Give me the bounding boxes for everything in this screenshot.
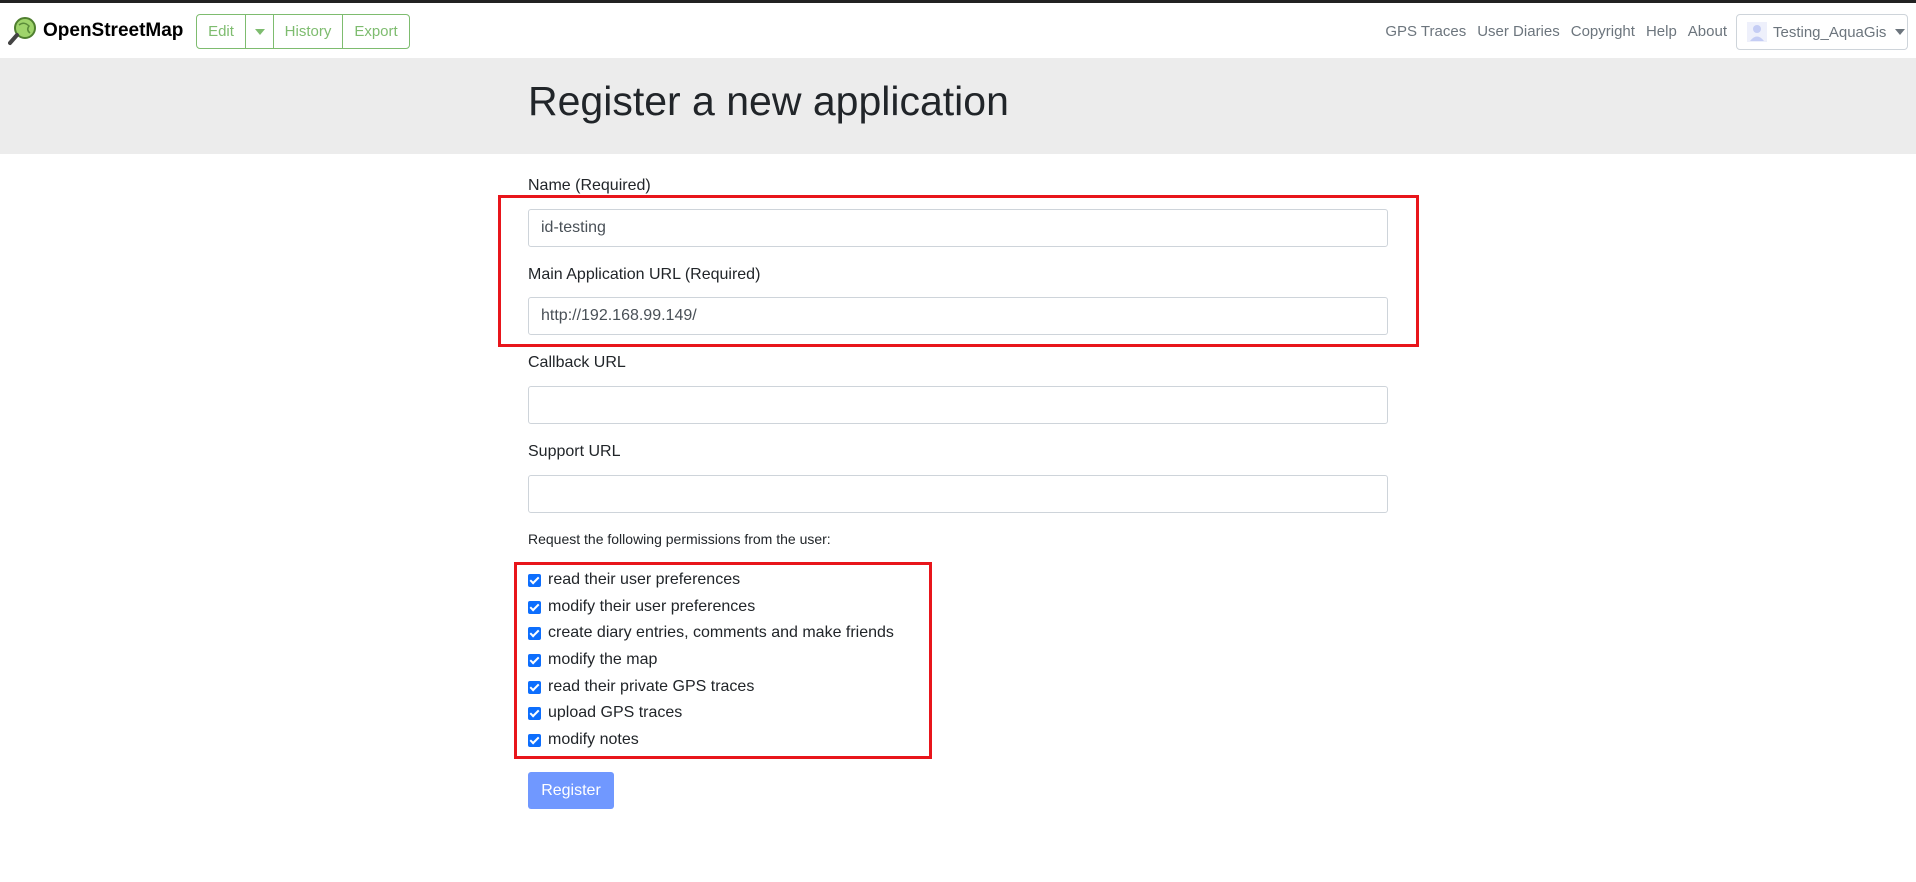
caret-down-icon bbox=[1895, 29, 1906, 35]
caret-down-icon bbox=[254, 28, 265, 35]
brand-link[interactable]: OpenStreetMap bbox=[8, 15, 183, 47]
secondary-nav: GPS Traces User Diaries Copyright Help A… bbox=[1385, 23, 1727, 40]
brand-name: OpenStreetMap bbox=[43, 20, 184, 41]
register-button[interactable]: Register bbox=[528, 772, 614, 809]
fields-highlight-box bbox=[498, 195, 1419, 347]
name-label: Name (Required) bbox=[528, 177, 651, 194]
nav-link-gps-traces[interactable]: GPS Traces bbox=[1385, 23, 1466, 40]
support-url-label: Support URL bbox=[528, 443, 621, 460]
page-title-band: Register a new application bbox=[0, 58, 1916, 154]
nav-link-help[interactable]: Help bbox=[1646, 23, 1677, 40]
edit-button[interactable]: Edit bbox=[197, 15, 246, 48]
callback-url-label: Callback URL bbox=[528, 354, 626, 371]
page-title: Register a new application bbox=[528, 78, 1009, 124]
edit-button-group: Edit History Export bbox=[196, 14, 410, 49]
export-button[interactable]: Export bbox=[343, 15, 409, 48]
user-menu-button[interactable]: Testing_AquaGis bbox=[1736, 14, 1908, 50]
nav-link-copyright[interactable]: Copyright bbox=[1571, 23, 1635, 40]
history-button[interactable]: History bbox=[274, 15, 343, 48]
support-url-input[interactable] bbox=[528, 475, 1388, 513]
nav-link-user-diaries[interactable]: User Diaries bbox=[1477, 23, 1560, 40]
edit-dropdown-toggle[interactable] bbox=[246, 15, 274, 48]
site-header: OpenStreetMap Edit History Export GPS Tr… bbox=[0, 3, 1916, 58]
user-name: Testing_AquaGis bbox=[1773, 23, 1887, 41]
permissions-heading: Request the following permissions from t… bbox=[528, 531, 831, 547]
osm-logo-icon bbox=[8, 17, 36, 45]
permissions-highlight-box bbox=[514, 562, 932, 759]
nav-link-about[interactable]: About bbox=[1688, 23, 1727, 40]
callback-url-input[interactable] bbox=[528, 386, 1388, 424]
user-avatar-icon bbox=[1747, 22, 1767, 42]
